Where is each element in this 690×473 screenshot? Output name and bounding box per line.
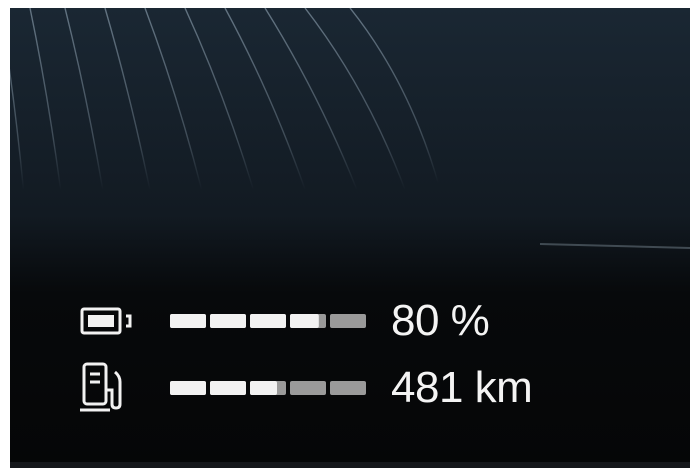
battery-icon (80, 293, 150, 349)
battery-level-unit: % (438, 296, 490, 345)
battery-row: 80 % (80, 293, 490, 349)
fuel-bar-segment-5 (330, 381, 366, 395)
fuel-bar-segment-2-fill (210, 381, 246, 395)
fuel-pump-icon (80, 360, 150, 416)
fuel-bar-segment-4 (290, 381, 326, 395)
fuel-range-readout: 481 km (391, 363, 533, 412)
battery-bar-segment-5 (330, 314, 366, 328)
battery-level-readout: 80 % (391, 296, 490, 345)
fuel-bar-segment-3-fill (250, 381, 277, 395)
instrument-display: 80 % 481 km (10, 8, 690, 468)
battery-bar-segment-1-fill (170, 314, 206, 328)
fuel-range-bar (170, 378, 366, 398)
fuel-range-value: 481 (391, 363, 463, 412)
bottom-strip (10, 462, 690, 468)
battery-bar-segment-4-fill (290, 314, 319, 328)
battery-level-value: 80 (391, 296, 439, 345)
battery-level-bar (170, 311, 366, 331)
fuel-bar-segment-1-fill (170, 381, 206, 395)
fuel-range-unit: km (462, 363, 533, 412)
battery-bar-segment-3-fill (250, 314, 286, 328)
fuel-row: 481 km (80, 360, 533, 416)
battery-bar-segment-2-fill (210, 314, 246, 328)
